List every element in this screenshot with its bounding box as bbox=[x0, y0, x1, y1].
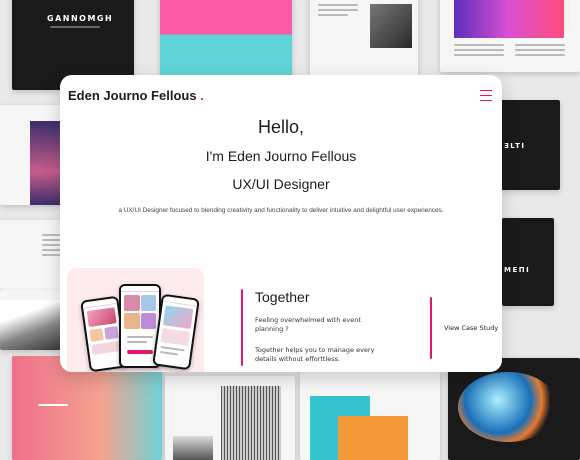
hamburger-menu-icon[interactable] bbox=[480, 90, 492, 102]
brand-name: Eden Journo Fellous bbox=[68, 88, 197, 103]
case-study-question: Feeling overwhelmed with event planning … bbox=[255, 316, 361, 334]
portfolio-card: Eden Journo Fellous . Hello, I'm Eden Jo… bbox=[60, 75, 502, 372]
case-study-image[interactable] bbox=[67, 268, 204, 372]
bg-spread-left-3 bbox=[0, 290, 64, 350]
bg-right-cover-title-2: MEΠI bbox=[504, 266, 531, 274]
bg-spread-bottom-2 bbox=[300, 372, 440, 460]
bg-spread-left-2 bbox=[0, 220, 64, 290]
bg-spread-top bbox=[310, 0, 418, 76]
bg-cover-title: GANNOMGH bbox=[47, 14, 114, 23]
case-study-description: Together helps you to manage every detai… bbox=[255, 346, 375, 364]
hero-role: UX/UI Designer bbox=[232, 176, 330, 192]
case-study-divider-left bbox=[241, 289, 243, 366]
brand-logo[interactable]: Eden Journo Fellous . bbox=[68, 88, 204, 103]
hero-tagline: a UX/UI Designer focused to blending cre… bbox=[118, 207, 444, 214]
hero-intro: I'm Eden Journo Fellous bbox=[205, 148, 357, 164]
view-case-study-link[interactable]: View Case Study bbox=[444, 324, 498, 332]
bg-right-cover-title: ƎLTI bbox=[504, 142, 526, 150]
brand-dot: . bbox=[200, 88, 204, 103]
bg-book-cover-color bbox=[160, 0, 292, 78]
bg-spread-left bbox=[0, 105, 64, 205]
case-study-divider-right bbox=[430, 297, 432, 359]
bg-book-cover-right-2: MEΠI bbox=[502, 218, 554, 306]
hero-greeting: Hello, bbox=[257, 117, 305, 137]
bg-book-cover-right: ƎLTI bbox=[500, 100, 560, 190]
bg-spread-bottom-right bbox=[448, 358, 580, 460]
bg-spread-top-right bbox=[440, 0, 580, 72]
bg-spread-bottom bbox=[165, 376, 295, 460]
case-study-title: Together bbox=[255, 289, 310, 305]
